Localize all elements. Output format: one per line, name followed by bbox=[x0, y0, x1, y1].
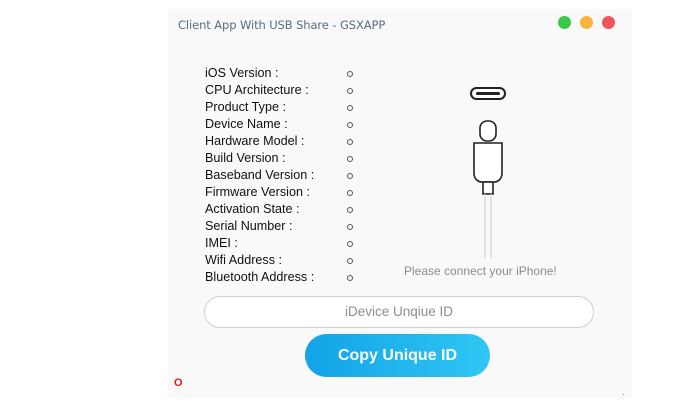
resize-grip[interactable] bbox=[623, 394, 624, 395]
status-dot-icon bbox=[347, 156, 353, 162]
status-dot-icon bbox=[347, 190, 353, 196]
status-dot-icon bbox=[347, 173, 353, 179]
status-mark: O bbox=[174, 377, 183, 389]
connect-prompt: Please connect your iPhone! bbox=[404, 264, 557, 278]
info-label: Hardware Model : bbox=[205, 134, 305, 148]
status-dot-icon bbox=[347, 241, 353, 247]
info-label: iOS Version : bbox=[205, 66, 279, 80]
status-dot-icon bbox=[347, 207, 353, 213]
status-dot-icon bbox=[347, 122, 353, 128]
app-window: Client App With USB Share - GSXAPP iOS V… bbox=[168, 9, 632, 398]
status-dot-icon bbox=[347, 105, 353, 111]
status-dot-icon bbox=[347, 258, 353, 264]
info-label: Product Type : bbox=[205, 100, 286, 114]
lightning-cable-icon bbox=[470, 87, 506, 258]
info-label: Bluetooth Address : bbox=[205, 270, 315, 284]
info-label: Baseband Version : bbox=[205, 168, 315, 182]
window-title: Client App With USB Share - GSXAPP bbox=[178, 18, 386, 32]
info-label: IMEI : bbox=[205, 236, 238, 250]
status-dot-icon bbox=[347, 71, 353, 77]
status-dot-icon bbox=[347, 224, 353, 230]
info-label: Activation State : bbox=[205, 202, 300, 216]
info-label: Firmware Version : bbox=[205, 185, 310, 199]
status-dot-icon bbox=[347, 275, 353, 281]
info-label: Device Name : bbox=[205, 117, 288, 131]
close-button[interactable] bbox=[602, 16, 615, 29]
copy-unique-id-button[interactable]: Copy Unique ID bbox=[305, 334, 490, 377]
info-label: Build Version : bbox=[205, 151, 286, 165]
info-label: Wifi Address : bbox=[205, 253, 282, 267]
maximize-button[interactable] bbox=[558, 16, 571, 29]
status-dot-icon bbox=[347, 139, 353, 145]
unique-id-field[interactable]: iDevice Unqiue ID bbox=[204, 296, 594, 328]
minimize-button[interactable] bbox=[580, 16, 593, 29]
status-dot-icon bbox=[347, 88, 353, 94]
info-label: CPU Architecture : bbox=[205, 83, 309, 97]
info-label: Serial Number : bbox=[205, 219, 293, 233]
